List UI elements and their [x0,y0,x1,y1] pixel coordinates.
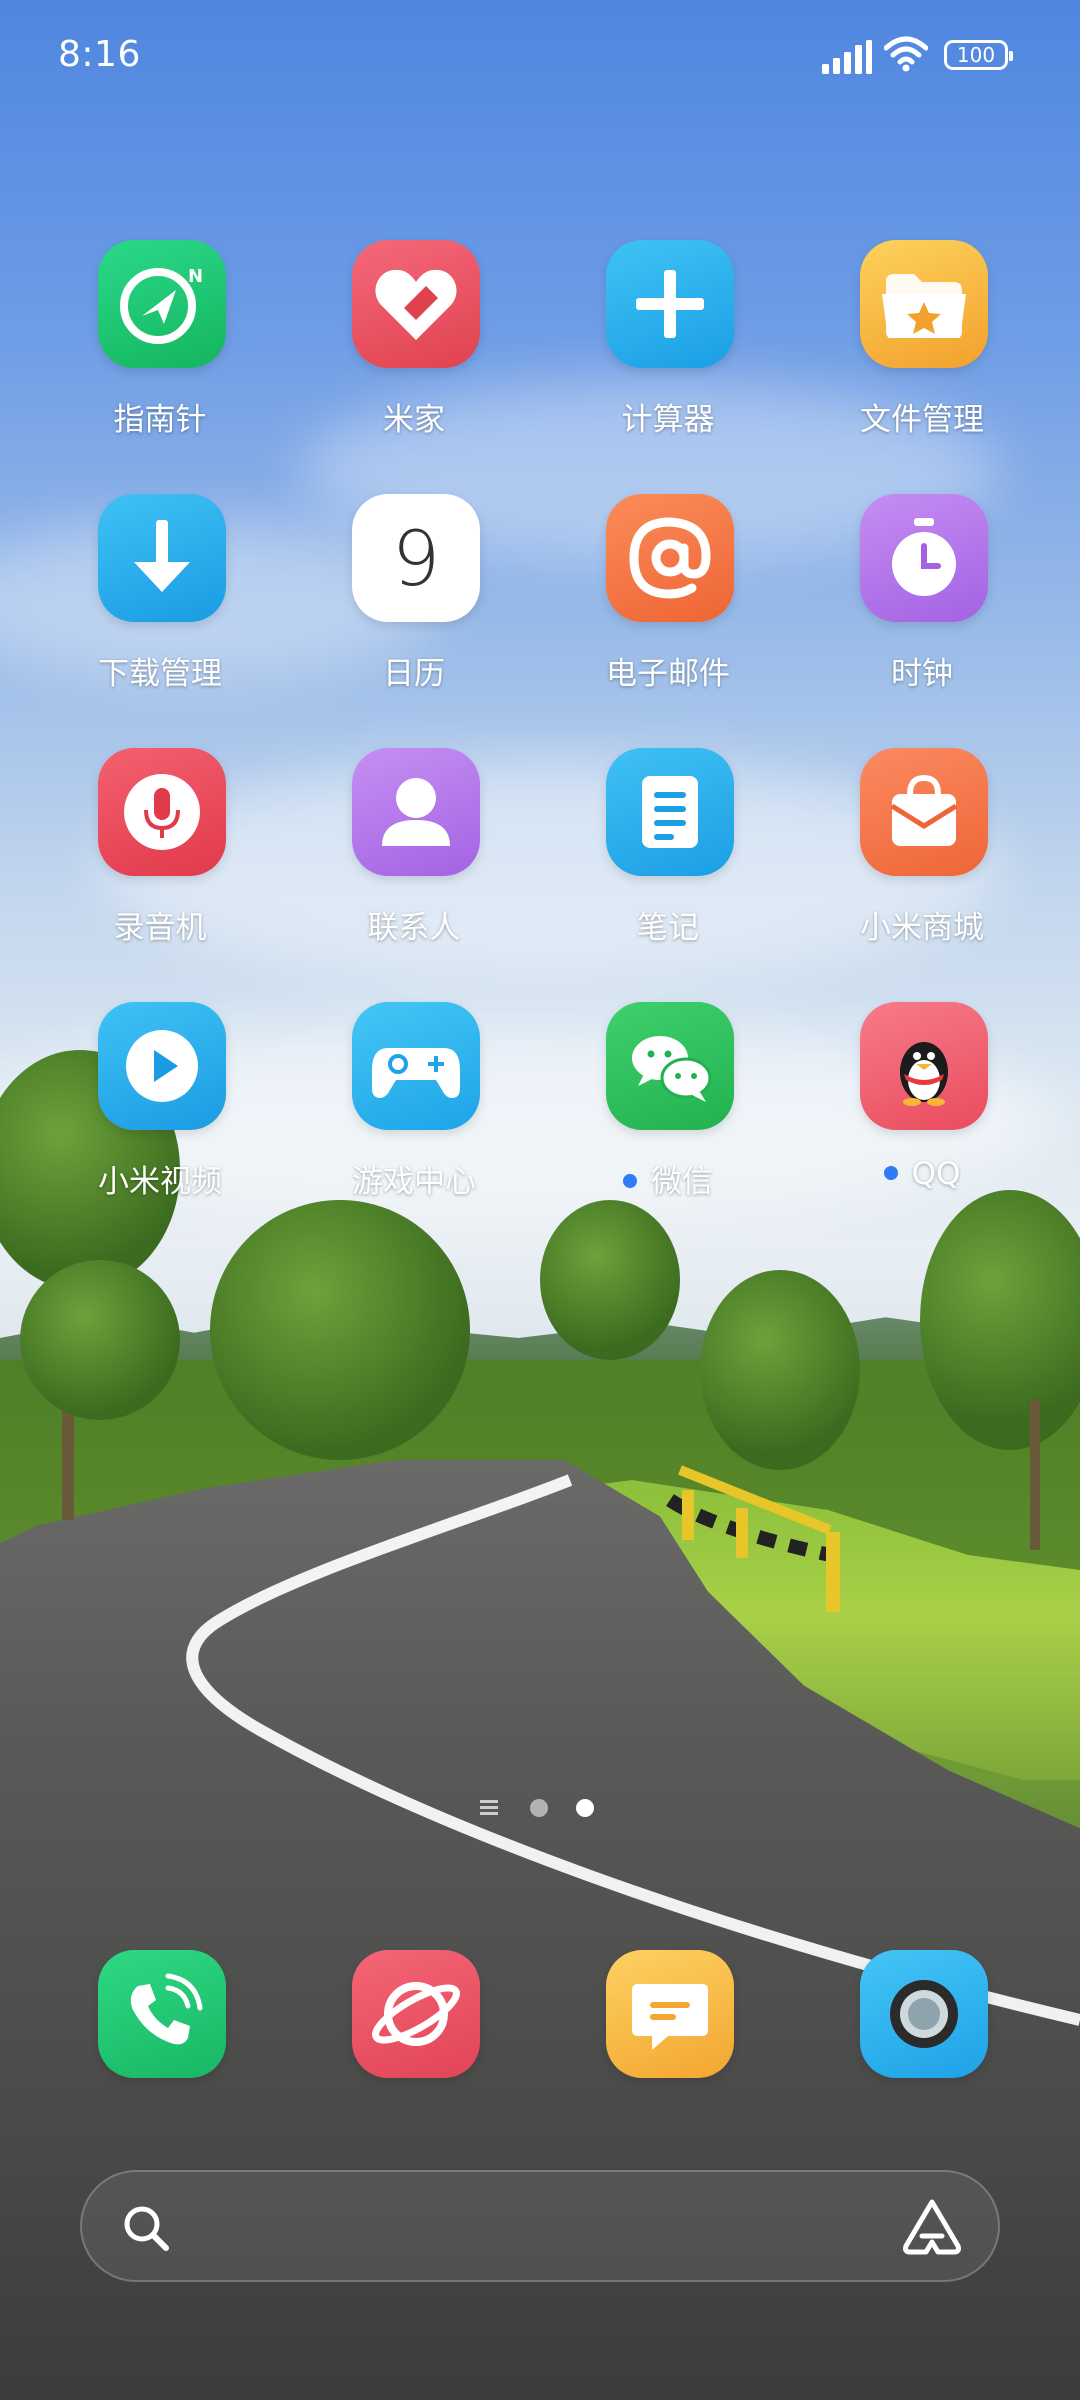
person-icon [352,748,480,876]
app-label: 小米视频 [98,1164,222,1200]
app-mijia[interactable]: 米家 [304,240,524,460]
app-file-manager[interactable]: 文件管理 [812,240,1032,460]
app-mi-video[interactable]: 小米视频 [50,1002,270,1222]
app-calculator[interactable]: 计算器 [558,240,778,460]
message-icon [606,1950,734,2078]
app-mi-store[interactable]: 小米商城 [812,748,1032,968]
app-label: 小米商城 [860,910,984,946]
assistant-icon[interactable] [900,2196,964,2258]
camera-lens-icon [860,1950,988,2078]
app-email[interactable]: 电子邮件 [558,494,778,714]
plus-icon [606,240,734,368]
folder-star-icon [860,240,988,368]
wifi-icon [884,36,928,72]
page-dot [530,1799,548,1817]
app-label: 计算器 [621,402,715,438]
stopwatch-icon [860,494,988,622]
app-label: 下载管理 [98,656,222,692]
svg-text:N: N [188,266,203,287]
page-dot-active [576,1799,594,1817]
notes-list-icon [606,748,734,876]
app-label: 录音机 [113,910,207,946]
search-icon [124,2206,169,2251]
at-sign-icon [606,494,734,622]
compass-icon: N [98,240,226,368]
app-label: 指南针 [113,402,207,438]
wechat-icon [606,1002,734,1130]
app-wechat[interactable]: 微信 [558,1002,778,1222]
cellular-signal-icon [822,40,872,74]
app-calendar[interactable]: 9 日历 [304,494,524,714]
notification-dot [883,1165,898,1180]
app-label: 游戏中心 [352,1164,476,1200]
app-label-text: QQ [911,1156,961,1192]
dock-camera[interactable] [812,1950,1032,2170]
shopping-bag-icon [860,748,988,876]
app-label: 联系人 [367,910,461,946]
qq-penguin-icon [860,1002,988,1130]
clock-time: 8:16 [58,34,141,75]
app-label: 电子邮件 [606,656,730,692]
status-bar: 8:16 100 [0,0,1080,110]
app-recorder[interactable]: 录音机 [50,748,270,968]
battery-level: 100 [956,43,996,67]
app-clock[interactable]: 时钟 [812,494,1032,714]
calendar-date: 9 [391,513,441,603]
app-label: 米家 [383,402,445,438]
page-menu-icon [480,1800,498,1815]
page-indicator[interactable] [480,1796,600,1820]
app-label: 笔记 [637,910,699,946]
app-label: 时钟 [891,656,953,692]
app-game-center[interactable]: 游戏中心 [304,1002,524,1222]
battery-indicator: 100 [944,40,1013,70]
app-compass[interactable]: N 指南针 [50,240,270,460]
dock-phone[interactable] [50,1950,270,2170]
calendar-icon: 9 [352,494,480,622]
app-notes[interactable]: 笔记 [558,748,778,968]
app-contacts[interactable]: 联系人 [304,748,524,968]
search-bar[interactable] [80,2170,1000,2282]
app-label: 文件管理 [860,402,984,438]
app-label: 日历 [383,656,445,692]
app-label-text: 微信 [651,1164,713,1200]
download-arrow-icon [98,494,226,622]
app-label: QQ [792,1156,1052,1192]
app-downloads[interactable]: 下载管理 [50,494,270,714]
phone-icon [98,1950,226,2078]
notification-dot [623,1173,637,1188]
play-icon [98,1002,226,1130]
dock-messages[interactable] [558,1950,778,2170]
app-label: 微信 [538,1156,798,1201]
mijia-heart-icon [352,240,480,368]
dock-browser[interactable] [304,1950,524,2170]
gamepad-icon [352,1002,480,1130]
app-qq[interactable]: QQ [812,1002,1032,1222]
microphone-icon [98,748,226,876]
planet-icon [352,1950,480,2078]
